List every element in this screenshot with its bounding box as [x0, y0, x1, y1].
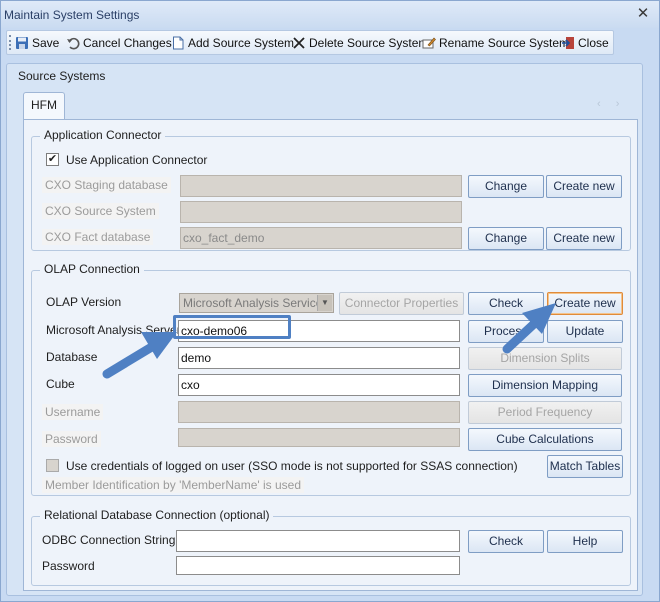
toolbar: Save Cancel Changes Add Source System De… — [6, 30, 614, 55]
database-label: Database — [46, 350, 98, 364]
save-icon — [15, 36, 29, 50]
delete-icon — [292, 36, 306, 50]
dimension-mapping-button[interactable]: Dimension Mapping — [468, 374, 622, 397]
save-button[interactable]: Save — [15, 34, 59, 52]
save-label: Save — [32, 36, 60, 50]
cube-field[interactable]: cxo — [178, 374, 460, 396]
maintain-system-settings-window: Maintain System Settings ✕ Save Cancel C… — [0, 0, 660, 602]
match-tables-button[interactable]: Match Tables — [547, 455, 623, 478]
tab-scroll-arrows[interactable]: ‹ › — [597, 98, 625, 110]
cxo-source-system-label: CXO Source System — [42, 203, 159, 219]
use-application-connector-label: Use Application Connector — [66, 153, 208, 167]
help-button[interactable]: Help — [547, 530, 623, 553]
password-field — [178, 428, 460, 447]
password-label: Password — [42, 431, 101, 447]
exit-icon — [561, 36, 575, 50]
use-application-connector-checkbox[interactable]: ✔ — [46, 153, 59, 166]
add-source-system-label: Add Source System — [188, 36, 295, 50]
close-window-icon[interactable]: ✕ — [635, 4, 651, 22]
relational-password-label: Password — [42, 559, 95, 573]
cxo-fact-database-label: CXO Fact database — [42, 229, 154, 245]
toolbar-grip[interactable] — [9, 35, 12, 50]
close-label: Close — [578, 36, 609, 50]
odbc-connection-string-label: ODBC Connection String — [42, 533, 176, 547]
relational-password-field[interactable] — [176, 556, 460, 575]
olap-version-select: Microsoft Analysis Services ▼ — [179, 293, 334, 313]
fact-change-button[interactable]: Change — [468, 227, 544, 250]
olap-create-new-button[interactable]: Create new — [547, 292, 623, 315]
staging-create-new-button[interactable]: Create new — [546, 175, 622, 198]
add-source-system-button[interactable]: Add Source System — [171, 34, 294, 52]
window-title: Maintain System Settings — [4, 8, 140, 22]
title-bar: Maintain System Settings ✕ — [1, 1, 659, 28]
username-label: Username — [42, 404, 104, 420]
chevron-down-icon: ▼ — [317, 295, 332, 311]
rename-icon — [422, 36, 436, 50]
tab-hfm[interactable]: HFM — [23, 92, 65, 119]
new-document-icon — [171, 36, 185, 50]
period-frequency-button: Period Frequency — [468, 401, 622, 424]
rename-source-system-button[interactable]: Rename Source System — [422, 34, 569, 52]
rename-source-system-label: Rename Source System — [439, 36, 570, 50]
update-button[interactable]: Update — [547, 320, 623, 343]
dimension-splits-button: Dimension Splits — [468, 347, 622, 370]
relational-database-group: Relational Database Connection (optional… — [31, 508, 631, 586]
olap-connection-group: OLAP Connection OLAP Version Microsoft A… — [31, 262, 631, 496]
delete-source-system-label: Delete Source System — [309, 36, 429, 50]
connector-properties-button: Connector Properties — [339, 292, 464, 315]
close-button[interactable]: Close — [561, 34, 609, 52]
odbc-connection-string-field[interactable] — [176, 530, 460, 552]
olap-connection-title: OLAP Connection — [40, 262, 144, 276]
application-connector-title: Application Connector — [40, 128, 166, 142]
olap-check-button[interactable]: Check — [468, 292, 544, 315]
cube-label: Cube — [46, 377, 75, 391]
database-field[interactable]: demo — [178, 347, 460, 369]
fact-create-new-button[interactable]: Create new — [546, 227, 622, 250]
source-systems-panel: Source Systems HFM ‹ › Application Conne… — [6, 63, 643, 596]
microsoft-analysis-server-label: Microsoft Analysis Server — [46, 323, 181, 337]
staging-change-button[interactable]: Change — [468, 175, 544, 198]
cxo-staging-database-field — [180, 175, 462, 197]
relational-check-button[interactable]: Check — [468, 530, 544, 553]
hfm-tab-content: Application Connector ✔ Use Application … — [23, 119, 638, 591]
cxo-staging-database-label: CXO Staging database — [42, 177, 171, 193]
username-field — [178, 401, 460, 423]
cxo-source-system-field — [180, 201, 462, 223]
olap-version-value: Microsoft Analysis Services — [183, 296, 329, 310]
undo-icon — [66, 36, 80, 50]
sso-credentials-checkbox — [46, 459, 59, 472]
process-button[interactable]: Process — [468, 320, 544, 343]
cube-calculations-button[interactable]: Cube Calculations — [468, 428, 622, 451]
olap-version-label: OLAP Version — [46, 295, 122, 309]
relational-database-title: Relational Database Connection (optional… — [40, 508, 274, 522]
source-systems-title: Source Systems — [18, 69, 106, 83]
cxo-fact-database-field: cxo_fact_demo — [180, 227, 462, 249]
cancel-changes-label: Cancel Changes — [83, 36, 172, 50]
delete-source-system-button[interactable]: Delete Source System — [292, 34, 428, 52]
sso-credentials-label: Use credentials of logged on user (SSO m… — [66, 459, 518, 473]
application-connector-group: Application Connector ✔ Use Application … — [31, 128, 631, 251]
server-highlight-box — [173, 315, 291, 339]
member-identification-label: Member Identification by 'MemberName' is… — [42, 477, 305, 493]
cancel-changes-button[interactable]: Cancel Changes — [66, 34, 172, 52]
